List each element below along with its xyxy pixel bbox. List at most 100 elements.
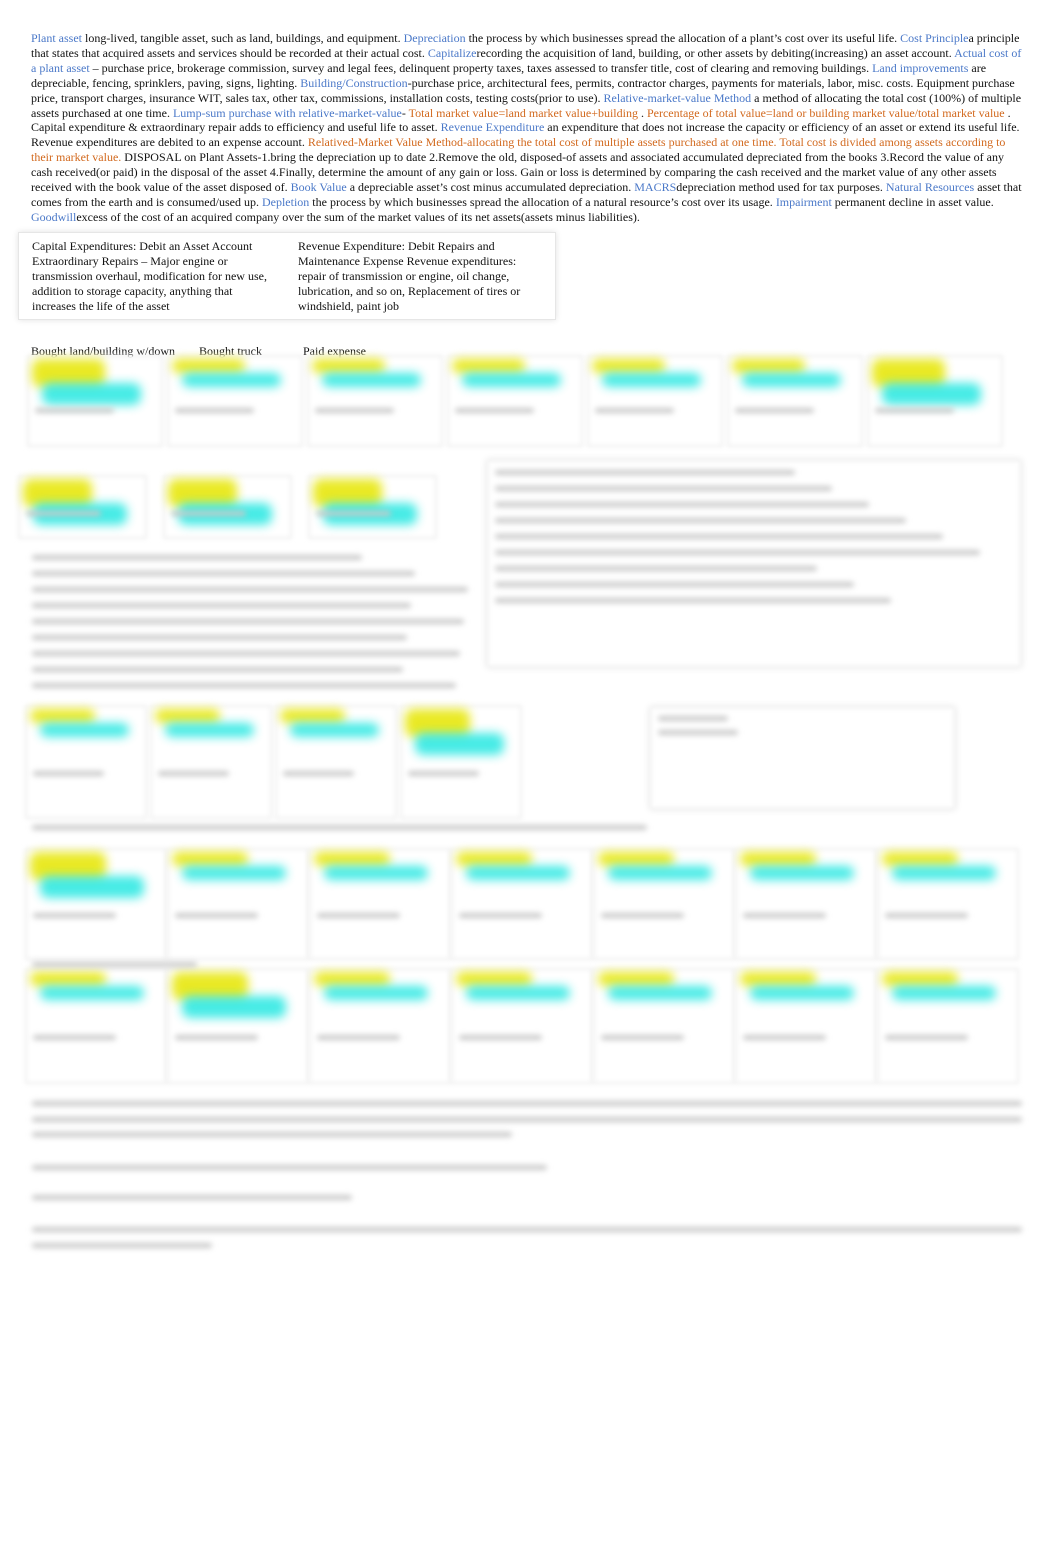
blurred-text-line [32,555,362,560]
blurred-text-line [175,912,258,918]
blurred-text-line [658,716,728,721]
cyan-highlight [182,866,286,880]
blurred-text-line [33,1035,116,1041]
yellow-highlight [456,972,532,986]
yellow-highlight [598,972,674,986]
blurred-text-line [32,683,456,688]
blurred-text-line [171,511,246,516]
highlighted-note: Percentage of total value=land or buildi… [646,105,1005,120]
blurred-text-line [459,1035,542,1041]
blurred-text-line [175,1035,258,1041]
blurred-text-line [317,912,400,918]
blurred-text-line [33,912,116,918]
blurred-text-line [32,825,647,830]
blurred-text-line [32,603,411,608]
blurred-text-line [743,1035,826,1041]
yellow-highlight [155,709,220,723]
blurred-text-line [658,730,738,735]
blurred-text-line [35,407,115,413]
term-label: Book Value [290,180,347,195]
definition-text: long-lived, tangible asset, such as land… [82,31,404,45]
definition-text: - [401,105,409,120]
blurred-text-line [32,1165,547,1170]
blurred-text-line [875,407,955,413]
yellow-highlight [314,852,390,866]
blurred-text-line [158,771,229,776]
definition-text: the process by which businesses spread t… [309,194,776,209]
term-label: Land improvements [872,60,969,75]
definition-text: excess of the cost of an acquired compan… [76,209,640,224]
blurred-text-line [32,1227,1022,1232]
blurred-text-line [495,598,891,603]
definition-text: a depreciable asset’s cost minus accumul… [346,180,635,195]
cyan-highlight [165,723,254,737]
blurred-text-line [595,407,675,413]
blurred-text-line [32,1195,352,1200]
term-label: Natural Resources [885,180,975,195]
highlighted-note: Total market value=land market value+bui… [408,105,638,120]
blurred-text-line [408,771,479,776]
blurred-text-line [495,502,869,507]
blurred-text-line [32,962,197,967]
yellow-highlight [882,852,958,866]
blurred-text-line [32,619,464,624]
cyan-highlight [415,733,504,755]
blurred-text-line [495,534,943,539]
cyan-highlight [750,866,854,880]
cyan-highlight [602,373,701,387]
cyan-highlight [324,866,428,880]
cyan-highlight [608,866,712,880]
yellow-highlight [882,972,958,986]
blurred-text-line [495,486,832,491]
term-label: Building/Construction [300,75,408,90]
definition-text: depreciation method used for tax purpose… [676,180,886,195]
blurred-text-line [495,470,795,475]
blurred-text-line [601,912,684,918]
yellow-highlight [172,359,245,373]
blurred-text-line [459,912,542,918]
term-label: Impairment [775,194,832,209]
blurred-text-line [32,651,460,656]
blurred-notes-box [487,460,1021,667]
yellow-highlight [30,709,95,723]
blurred-text-line [32,571,415,576]
cyan-highlight [322,373,421,387]
yellow-highlight [592,359,665,373]
cyan-highlight [466,986,570,1000]
blurred-text-line [32,587,468,592]
cyan-highlight [40,723,129,737]
blurred-text-line [315,407,395,413]
yellow-highlight [452,359,525,373]
definition-text: permanent decline in asset value. [831,194,994,209]
yellow-highlight [740,972,816,986]
cyan-highlight [42,383,141,405]
term-label: MACRS [634,180,677,195]
blurred-text-line [495,518,906,523]
blurred-text-line [735,407,815,413]
blurred-text-line [283,771,354,776]
cyan-highlight [892,866,996,880]
blurred-text-line [32,635,407,640]
term-label: Relative-market-value Method [603,90,752,105]
yellow-highlight [456,852,532,866]
blurred-text-line [32,1132,512,1137]
blurred-text-line [455,407,535,413]
term-label: Cost Principle [900,31,969,45]
blurred-text-line [495,550,980,555]
cyan-highlight [324,986,428,1000]
cyan-highlight [750,986,854,1000]
yellow-highlight [30,972,106,986]
expenditures-box: Capital Expenditures: Debit an Asset Acc… [18,232,556,320]
blurred-text-line [885,912,968,918]
cyan-highlight [462,373,561,387]
yellow-highlight [732,359,805,373]
term-label: Depreciation [403,31,466,45]
yellow-highlight [312,359,385,373]
definition-text: the process by which businesses spread t… [465,31,901,45]
cyan-highlight [40,986,144,1000]
yellow-highlight [172,852,248,866]
blurred-text-line [32,1101,1022,1106]
cyan-highlight [40,876,144,898]
blurred-text-line [317,1035,400,1041]
term-label: Plant asset [31,31,82,45]
